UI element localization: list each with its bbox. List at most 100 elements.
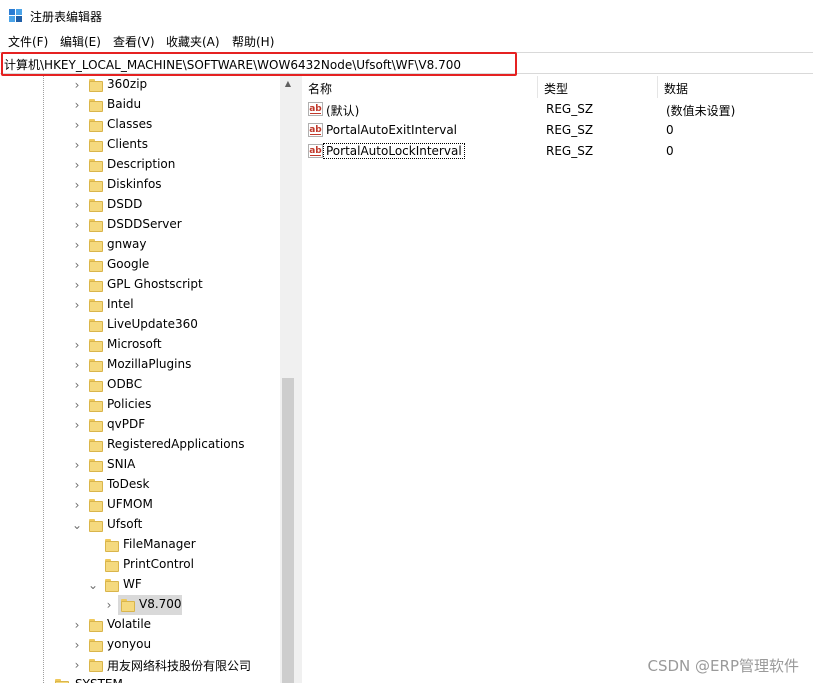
column-header-name[interactable]: 名称	[302, 76, 538, 98]
string-value-icon: ab	[308, 102, 323, 116]
chevron-right-icon[interactable]: ›	[72, 198, 82, 212]
folder-icon	[88, 198, 104, 212]
chevron-right-icon[interactable]: ›	[72, 218, 82, 232]
chevron-right-icon[interactable]: ›	[72, 638, 82, 652]
tree-item-label: DSDD	[107, 197, 143, 211]
tree-item[interactable]: › Policies	[0, 395, 278, 415]
tree-item-label: Intel	[107, 297, 134, 311]
tree-item[interactable]: › Intel	[0, 295, 278, 315]
column-header-data[interactable]: 数据	[658, 76, 813, 98]
menu-view[interactable]: 查看(V)	[113, 33, 155, 50]
tree-item[interactable]: RegisteredApplications	[0, 435, 278, 455]
folder-icon	[88, 438, 104, 452]
tree-item[interactable]: › V8.700	[0, 595, 278, 615]
tree-item[interactable]: › yonyou	[0, 635, 278, 655]
tree-item-label: Clients	[107, 137, 148, 151]
tree-item-label: V8.700	[139, 597, 182, 611]
tree-item[interactable]: › qvPDF	[0, 415, 278, 435]
chevron-right-icon[interactable]: ›	[72, 178, 82, 192]
tree-item[interactable]: FileManager	[0, 535, 278, 555]
tree-item[interactable]: › SNIA	[0, 455, 278, 475]
tree-item[interactable]: › ToDesk	[0, 475, 278, 495]
tree-item[interactable]: › Google	[0, 255, 278, 275]
tree-item-label: 用友网络科技股份有限公司	[107, 659, 252, 673]
tree-item[interactable]: LiveUpdate360	[0, 315, 278, 335]
tree-item-label: Policies	[107, 397, 152, 411]
chevron-right-icon[interactable]: ›	[72, 498, 82, 512]
tree-item-label: gnway	[107, 237, 147, 251]
address-bar[interactable]: 计算机\HKEY_LOCAL_MACHINE\SOFTWARE\WOW6432N…	[0, 52, 813, 74]
tree-item[interactable]: › Description	[0, 155, 278, 175]
chevron-right-icon[interactable]: ›	[104, 598, 114, 612]
chevron-right-icon[interactable]: ›	[72, 458, 82, 472]
tree-item[interactable]: › DSDDServer	[0, 215, 278, 235]
tree-item[interactable]: › MozillaPlugins	[0, 355, 278, 375]
tree-item-label: WF	[123, 577, 142, 591]
tree-item[interactable]: › DSDD	[0, 195, 278, 215]
tree-scrollbar-thumb[interactable]	[282, 378, 294, 683]
menu-help[interactable]: 帮助(H)	[232, 33, 274, 50]
chevron-right-icon[interactable]: ›	[40, 678, 50, 683]
menu-edit[interactable]: 编辑(E)	[60, 33, 101, 50]
scroll-up-arrow-icon[interactable]: ▲	[280, 76, 296, 92]
chevron-right-icon[interactable]: ›	[72, 338, 82, 352]
chevron-right-icon[interactable]: ›	[72, 238, 82, 252]
folder-icon	[88, 158, 104, 172]
tree-item[interactable]: › Microsoft	[0, 335, 278, 355]
tree-item[interactable]: › Volatile	[0, 615, 278, 635]
tree-item[interactable]: › 360zip	[0, 76, 278, 95]
chevron-right-icon[interactable]: ›	[72, 358, 82, 372]
menu-file[interactable]: 文件(F)	[8, 33, 48, 50]
value-row[interactable]: ab PortalAutoExitInterval REG_SZ 0	[302, 120, 813, 141]
folder-icon	[104, 578, 120, 592]
folder-icon	[88, 398, 104, 412]
address-path[interactable]: 计算机\HKEY_LOCAL_MACHINE\SOFTWARE\WOW6432N…	[4, 56, 461, 73]
chevron-right-icon[interactable]: ›	[72, 418, 82, 432]
chevron-right-icon[interactable]: ›	[72, 398, 82, 412]
value-type: REG_SZ	[546, 123, 594, 137]
tree-item[interactable]: ⌄ WF	[0, 575, 278, 595]
column-header-type[interactable]: 类型	[538, 76, 658, 98]
chevron-right-icon[interactable]: ›	[72, 158, 82, 172]
tree-item[interactable]: › Classes	[0, 115, 278, 135]
folder-icon	[120, 598, 136, 612]
tree-item-label: DSDDServer	[107, 217, 182, 231]
chevron-right-icon[interactable]: ›	[72, 258, 82, 272]
tree-item[interactable]: › Clients	[0, 135, 278, 155]
tree-item[interactable]: › gnway	[0, 235, 278, 255]
tree-item[interactable]: › GPL Ghostscript	[0, 275, 278, 295]
chevron-right-icon[interactable]: ›	[72, 658, 82, 672]
menu-favorites[interactable]: 收藏夹(A)	[166, 33, 220, 50]
chevron-right-icon[interactable]: ›	[72, 618, 82, 632]
tree-item-label: LiveUpdate360	[107, 317, 198, 331]
tree-scrollbar[interactable]: ▲	[280, 76, 296, 683]
folder-icon	[88, 238, 104, 252]
tree-item[interactable]: › ODBC	[0, 375, 278, 395]
chevron-right-icon[interactable]: ›	[72, 298, 82, 312]
tree-item[interactable]: › SYSTEM	[0, 675, 278, 683]
folder-icon	[88, 178, 104, 192]
chevron-right-icon[interactable]: ›	[72, 78, 82, 92]
tree-item[interactable]: ⌄ Ufsoft	[0, 515, 278, 535]
string-value-icon: ab	[308, 144, 323, 158]
folder-icon	[88, 378, 104, 392]
chevron-right-icon[interactable]: ›	[72, 118, 82, 132]
tree-item[interactable]: › Diskinfos	[0, 175, 278, 195]
chevron-down-icon[interactable]: ⌄	[72, 518, 82, 532]
value-row[interactable]: ab (默认) REG_SZ (数值未设置)	[302, 99, 813, 120]
tree-item-label: Diskinfos	[107, 177, 162, 191]
folder-icon	[88, 458, 104, 472]
tree-item[interactable]: › 用友网络科技股份有限公司	[0, 655, 278, 675]
chevron-right-icon[interactable]: ›	[72, 378, 82, 392]
chevron-right-icon[interactable]: ›	[72, 98, 82, 112]
chevron-right-icon[interactable]: ›	[72, 278, 82, 292]
tree-item-label: 360zip	[107, 77, 148, 91]
value-row[interactable]: ab PortalAutoLockInterval REG_SZ 0	[302, 141, 813, 162]
chevron-right-icon[interactable]: ›	[72, 478, 82, 492]
tree-item[interactable]: › UFMOM	[0, 495, 278, 515]
chevron-right-icon[interactable]: ›	[72, 138, 82, 152]
tree-item[interactable]: PrintControl	[0, 555, 278, 575]
folder-icon	[88, 498, 104, 512]
chevron-down-icon[interactable]: ⌄	[88, 578, 98, 592]
tree-item[interactable]: › Baidu	[0, 95, 278, 115]
